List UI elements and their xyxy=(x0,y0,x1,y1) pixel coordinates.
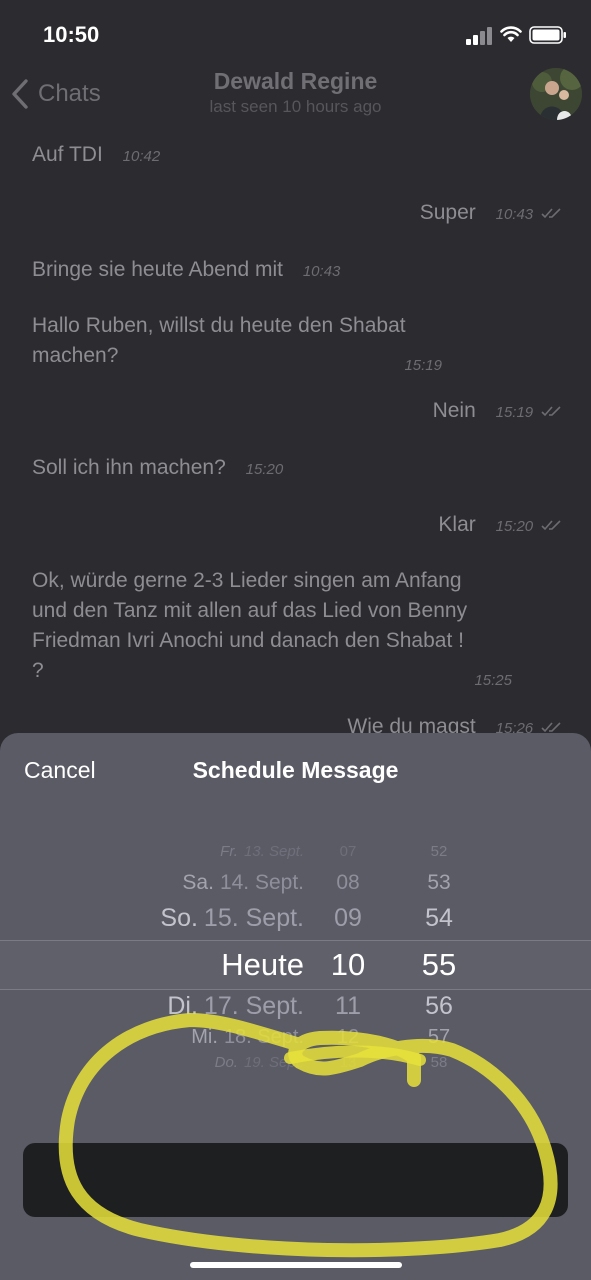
schedule-send-button[interactable] xyxy=(23,1143,568,1217)
minute-picker-column[interactable]: 52 53 54 55 56 57 58 xyxy=(406,833,472,1083)
message-incoming[interactable]: Bringe sie heute Abend mit 10:43 xyxy=(32,255,340,287)
picker-hour-selected[interactable]: 10 xyxy=(316,947,380,983)
picker-minute-option[interactable]: 52 xyxy=(406,843,472,860)
picker-hour-option[interactable]: 13 xyxy=(316,1054,380,1071)
message-text-line: Ok, würde gerne 2-3 Lieder singen am Anf… xyxy=(32,569,462,592)
picker-date: 14. Sept. xyxy=(219,871,304,894)
picker-day: Heute xyxy=(221,947,304,982)
message-time: 15:19 xyxy=(495,404,534,421)
message-text-line: und den Tanz mit allen auf das Lied von … xyxy=(32,599,468,622)
picker-hour-option[interactable]: 12 xyxy=(316,1026,380,1049)
message-incoming[interactable]: Hallo Ruben, willst du heute den Shabat … xyxy=(32,311,452,374)
picker-hour-option[interactable]: 09 xyxy=(316,904,380,933)
picker-minute-option[interactable]: 53 xyxy=(406,871,472,895)
cancel-button[interactable]: Cancel xyxy=(24,757,96,784)
message-text-line: Friedman Ivri Anochi und danach den Shab… xyxy=(32,629,464,652)
last-seen-status: last seen 10 hours ago xyxy=(209,97,382,116)
picker-day: Di. xyxy=(167,992,198,1020)
message-text: Soll ich ihn machen? xyxy=(32,456,226,479)
contact-name: Dewald Regine xyxy=(213,68,378,94)
picker-date-option[interactable]: So. 15. Sept. xyxy=(160,904,304,933)
status-bar: 10:50 xyxy=(0,0,591,70)
picker-date: 19. Sept. xyxy=(243,1054,304,1071)
picker-hour-option[interactable]: 11 xyxy=(316,992,380,1021)
picker-date-option[interactable]: Do. 19. Sept. xyxy=(215,1054,304,1071)
picker-date-option[interactable]: Fr. 13. Sept. xyxy=(220,843,304,860)
picker-day: Sa. xyxy=(182,871,214,894)
message-time: 15:25 xyxy=(474,672,512,689)
avatar[interactable] xyxy=(530,68,582,120)
date-picker-column[interactable]: Fr. 13. Sept. Sa. 14. Sept. So. 15. Sept. Heut… xyxy=(0,833,304,1083)
signal-icon xyxy=(466,27,492,45)
picker-day: Do. xyxy=(214,1054,238,1071)
message-incoming[interactable]: Soll ich ihn machen? 15:20 xyxy=(32,453,283,485)
picker-minute-option[interactable]: 57 xyxy=(406,1026,472,1049)
message-outgoing[interactable]: Super 10:43 xyxy=(420,198,563,230)
chat-header: Chats Dewald Regine last seen 10 hours a… xyxy=(0,62,591,132)
message-time: 15:20 xyxy=(245,461,284,478)
message-time: 10:42 xyxy=(122,148,161,165)
message-text: Klar xyxy=(438,513,476,536)
picker-date: 13. Sept. xyxy=(243,843,304,860)
picker-day: So. xyxy=(160,904,198,932)
picker-minute-option[interactable]: 58 xyxy=(406,1054,472,1071)
schedule-message-sheet: Cancel Schedule Message Fr. 13. Sept. Sa. 1… xyxy=(0,733,591,1280)
double-check-icon xyxy=(541,722,561,733)
message-text-line: Hallo Ruben, willst du heute den Shabat xyxy=(32,314,406,337)
message-time: 15:19 xyxy=(404,357,442,374)
message-text: Super xyxy=(419,201,476,224)
message-time: 10:43 xyxy=(495,206,534,223)
message-incoming[interactable]: Auf TDI 10:42 xyxy=(32,140,160,172)
double-check-icon xyxy=(541,208,561,219)
message-outgoing[interactable]: Klar 15:20 xyxy=(438,510,563,542)
message-text: Nein xyxy=(432,399,476,422)
picker-hour-option[interactable]: 08 xyxy=(316,871,380,895)
battery-icon xyxy=(529,26,566,44)
double-check-icon xyxy=(541,520,561,531)
wifi-icon xyxy=(500,26,522,42)
contact-info[interactable]: Dewald Regine last seen 10 hours ago xyxy=(0,68,591,117)
picker-date-option[interactable]: Sa. 14. Sept. xyxy=(182,871,304,895)
home-indicator xyxy=(190,1262,402,1268)
picker-date-option[interactable]: Mi. 18. Sept. xyxy=(191,1026,304,1049)
double-check-icon xyxy=(541,406,561,417)
message-text: Bringe sie heute Abend mit xyxy=(32,258,283,281)
status-time: 10:50 xyxy=(43,22,100,47)
message-text: Auf TDI xyxy=(32,143,103,166)
message-time: 15:20 xyxy=(495,518,534,535)
picker-day: Fr. xyxy=(220,843,238,860)
message-outgoing[interactable]: Nein 15:19 xyxy=(433,396,563,428)
message-time: 10:43 xyxy=(302,263,341,280)
picker-minute-option[interactable]: 54 xyxy=(406,904,472,933)
picker-day: Mi. xyxy=(191,1026,218,1048)
picker-date-selected[interactable]: Heute xyxy=(221,947,304,983)
picker-date: 18. Sept. xyxy=(223,1026,304,1048)
picker-minute-selected[interactable]: 55 xyxy=(406,947,472,983)
picker-date: 15. Sept. xyxy=(203,904,304,932)
hour-picker-column[interactable]: 07 08 09 10 11 12 13 xyxy=(316,833,380,1083)
picker-date: 17. Sept. xyxy=(203,992,304,1020)
avatar-photo xyxy=(530,68,582,120)
picker-minute-option[interactable]: 56 xyxy=(406,992,472,1021)
picker-date-option[interactable]: Di. 17. Sept. xyxy=(167,992,304,1021)
message-incoming[interactable]: Ok, würde gerne 2-3 Lieder singen am Anf… xyxy=(32,566,532,689)
picker-hour-option[interactable]: 07 xyxy=(316,843,380,860)
message-text-line: ? xyxy=(32,659,44,682)
message-text-line: machen? xyxy=(32,344,119,367)
